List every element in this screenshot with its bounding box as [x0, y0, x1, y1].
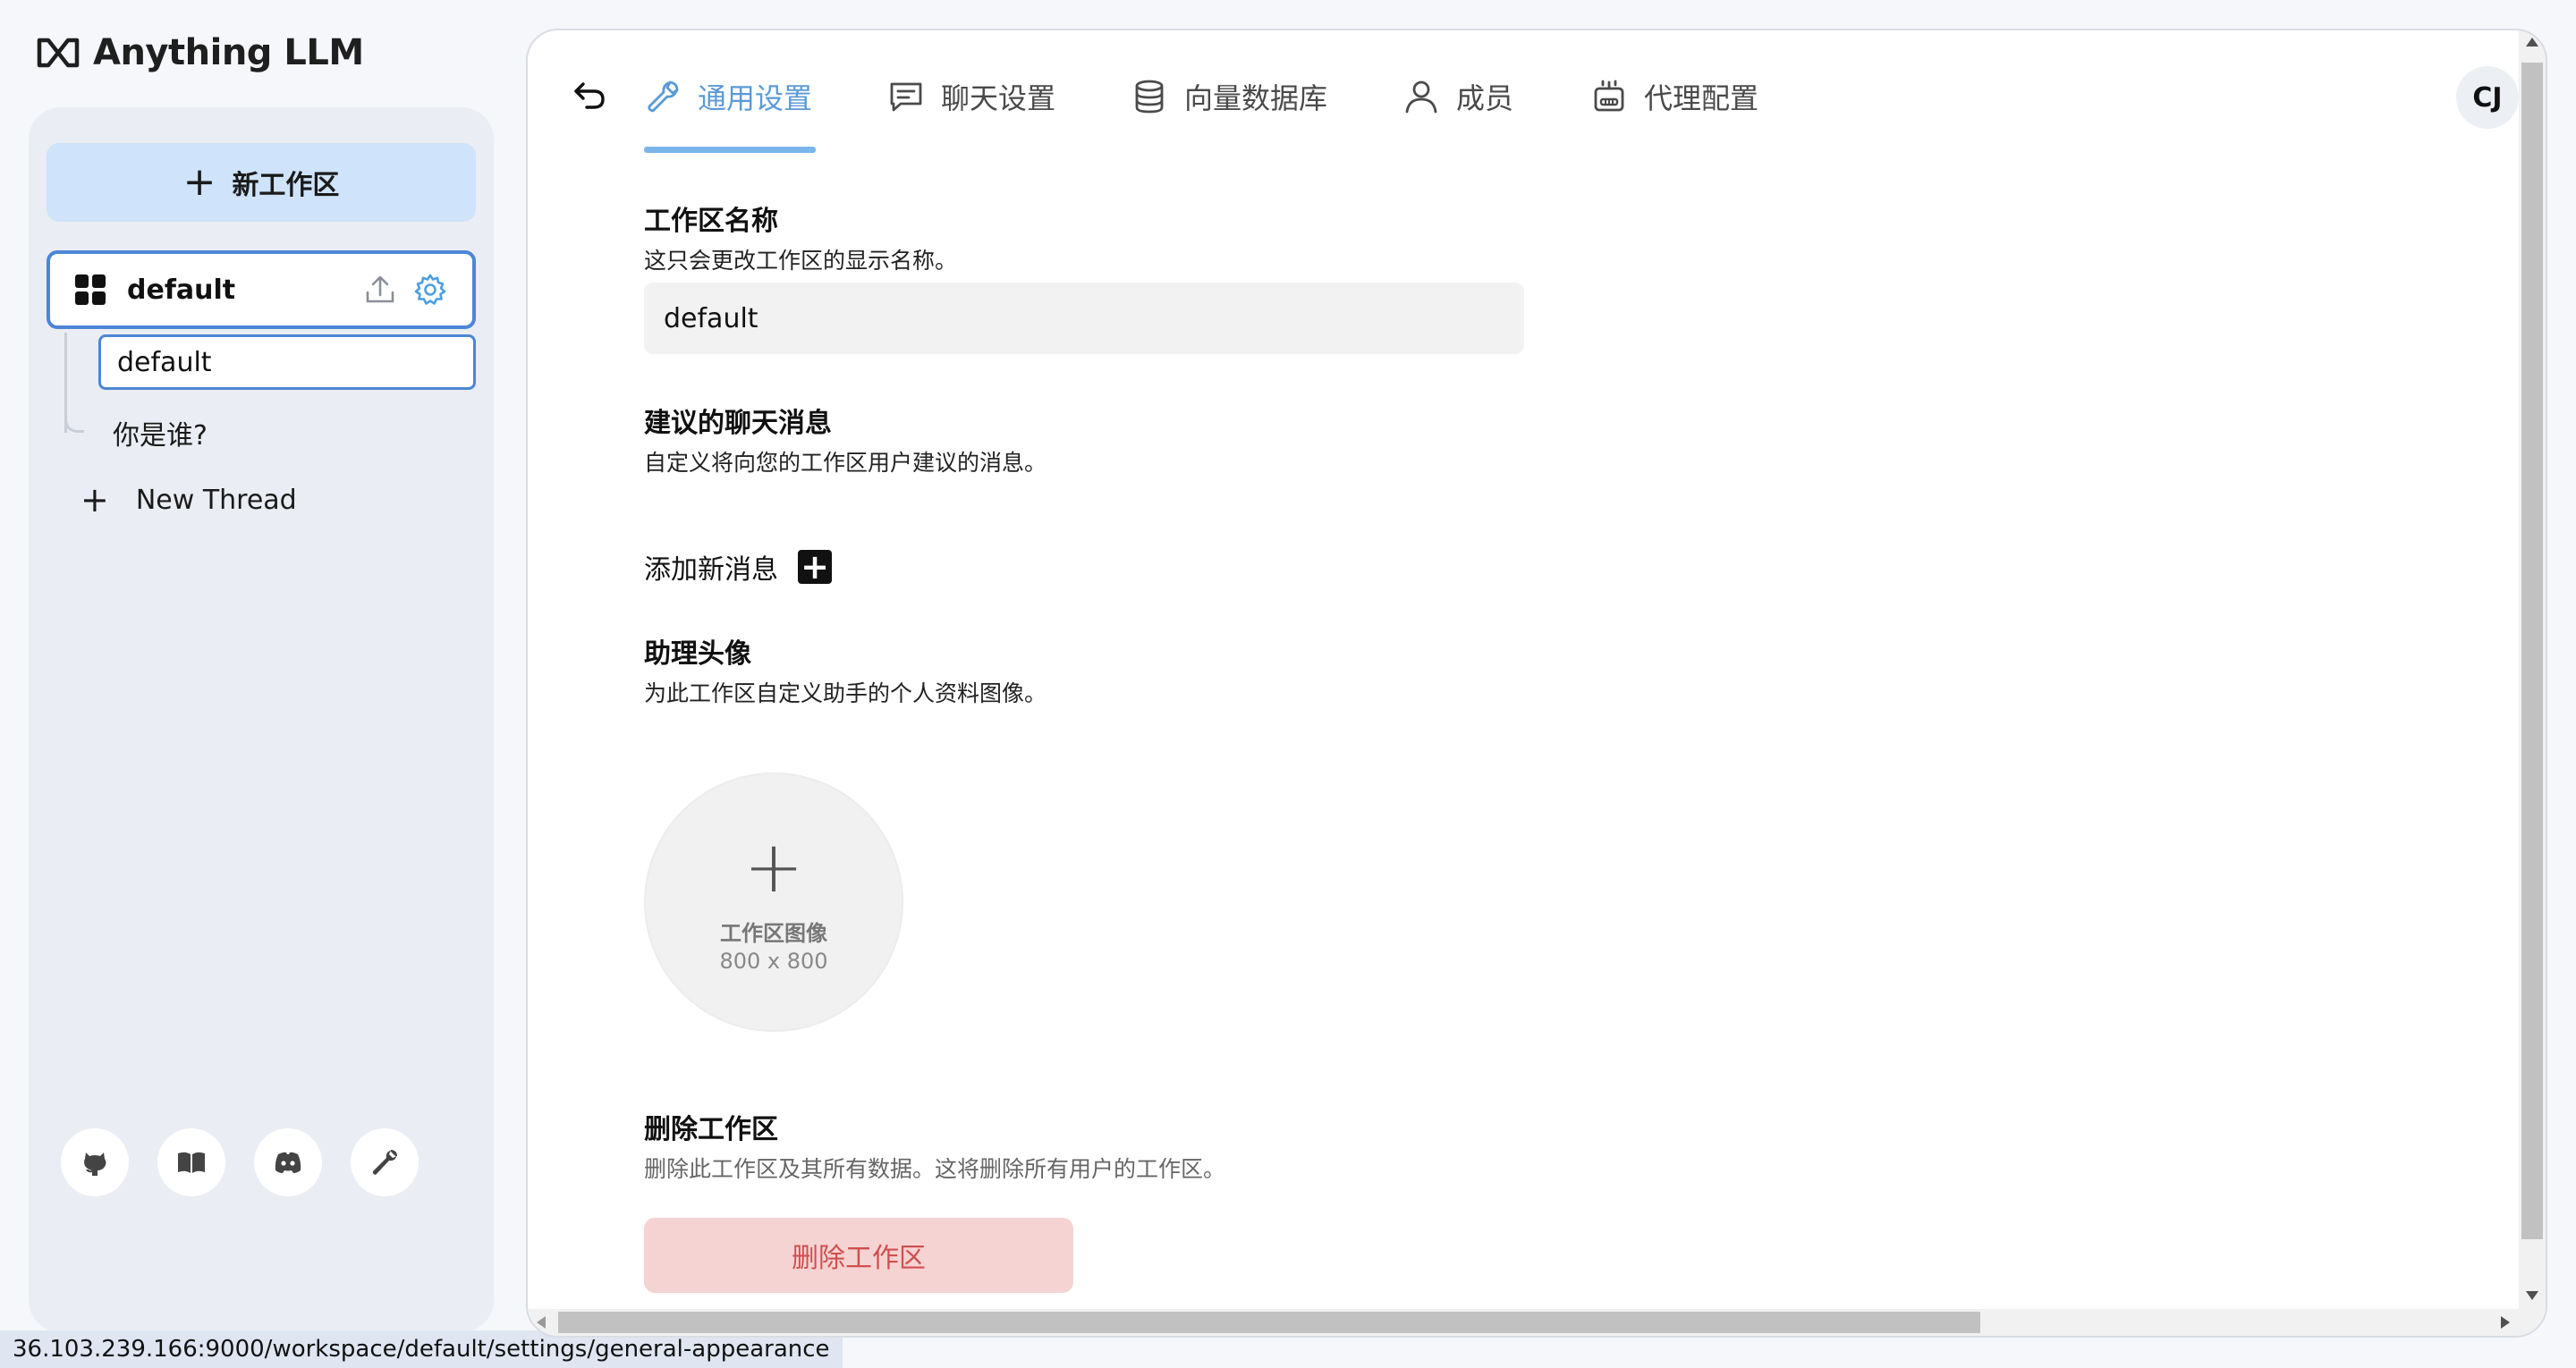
database-icon — [1135, 80, 1164, 114]
wrench-icon — [372, 1150, 397, 1175]
thread-item[interactable]: 你是谁? — [113, 413, 208, 452]
assistant-avatar-title: 助理头像 — [644, 638, 751, 670]
settings-button[interactable] — [351, 1128, 419, 1196]
gear-icon[interactable] — [413, 273, 447, 307]
horizontal-scrollbar[interactable] — [528, 1309, 2519, 1336]
workspace-image-upload[interactable]: + 工作区图像 800 x 800 — [644, 773, 903, 1032]
assistant-avatar-description: 为此工作区自定义助手的个人资料图像。 — [644, 680, 1047, 706]
thread-tree-branch — [64, 397, 84, 433]
app-logo: Anything LLM — [36, 32, 364, 73]
plus-icon: + — [182, 159, 216, 205]
scroll-down-arrow[interactable] — [2526, 1291, 2538, 1300]
user-icon — [1405, 80, 1437, 114]
new-thread-label: New Thread — [135, 484, 297, 516]
settings-panel: 通用设置 聊天设置 向量数据库 成员 代理配置 CJ 工作区名称 这只会更改工作… — [526, 29, 2547, 1338]
tab-chat-settings[interactable]: 聊天设置 — [887, 70, 1055, 123]
workspace-image-dimensions: 800 x 800 — [719, 948, 828, 974]
plus-icon: + — [743, 824, 804, 908]
workspace-name-description: 这只会更改工作区的显示名称。 — [644, 248, 958, 274]
delete-workspace-title: 删除工作区 — [644, 1114, 778, 1145]
horizontal-scroll-thumb[interactable] — [558, 1312, 1980, 1333]
workspace-name-title: 工作区名称 — [644, 206, 778, 237]
workspace-item-default[interactable]: default — [47, 250, 476, 329]
scroll-left-arrow[interactable] — [537, 1316, 546, 1329]
workspace-name: default — [127, 274, 236, 306]
workspace-image-label: 工作区图像 — [720, 920, 827, 946]
book-icon — [178, 1152, 205, 1173]
scroll-up-arrow[interactable] — [2526, 38, 2538, 46]
workspace-name-input[interactable] — [644, 283, 1524, 354]
tab-label: 通用设置 — [698, 81, 813, 115]
github-icon — [84, 1153, 106, 1176]
discord-button[interactable] — [254, 1128, 322, 1196]
tab-members[interactable]: 成员 — [1402, 70, 1513, 123]
active-tab-indicator — [644, 147, 816, 153]
new-thread-button[interactable]: + New Thread — [80, 483, 297, 517]
discord-icon — [275, 1152, 301, 1173]
logo-text: Anything LLM — [93, 32, 364, 73]
suggested-messages-description: 自定义将向您的工作区用户建议的消息。 — [644, 450, 1047, 476]
plus-square-icon: + — [798, 550, 832, 584]
plus-icon: + — [80, 480, 109, 519]
back-arrow-icon[interactable] — [571, 77, 610, 116]
user-avatar[interactable]: CJ — [2456, 66, 2519, 129]
wrench-icon — [648, 80, 679, 113]
add-message-button[interactable]: 添加新消息 + — [644, 547, 832, 587]
vertical-scrollbar[interactable] — [2519, 30, 2546, 1336]
docs-button[interactable] — [157, 1128, 225, 1196]
delete-workspace-description: 删除此工作区及其所有数据。这将删除所有用户的工作区。 — [644, 1156, 1226, 1182]
scroll-right-arrow[interactable] — [2501, 1316, 2510, 1329]
tab-label: 成员 — [1456, 81, 1514, 115]
tab-general-settings[interactable]: 通用设置 — [644, 70, 812, 123]
new-workspace-label: 新工作区 — [232, 170, 340, 201]
vertical-scroll-thumb[interactable] — [2521, 63, 2543, 1239]
github-button[interactable] — [61, 1128, 129, 1196]
add-message-label: 添加新消息 — [644, 554, 778, 586]
settings-tabs: 通用设置 聊天设置 向量数据库 成员 代理配置 CJ — [528, 30, 2546, 156]
tab-label: 向量数据库 — [1184, 81, 1328, 115]
sidebar-footer — [61, 1128, 419, 1196]
chat-icon — [890, 82, 922, 112]
tab-label: 聊天设置 — [941, 81, 1056, 115]
robot-icon — [1594, 80, 1624, 112]
suggested-messages-title: 建议的聊天消息 — [644, 408, 832, 439]
tab-agent-config[interactable]: 代理配置 — [1590, 70, 1758, 123]
thread-item-active[interactable]: default — [98, 334, 476, 390]
upload-icon[interactable] — [363, 273, 397, 307]
grid-icon — [75, 274, 106, 305]
thread-label: default — [117, 346, 212, 378]
anything-llm-logo-icon — [37, 38, 80, 68]
delete-workspace-button[interactable]: 删除工作区 — [644, 1218, 1073, 1293]
tab-vector-database[interactable]: 向量数据库 — [1131, 70, 1327, 123]
tab-label: 代理配置 — [1644, 81, 1759, 115]
new-workspace-button[interactable]: + 新工作区 — [47, 143, 476, 222]
